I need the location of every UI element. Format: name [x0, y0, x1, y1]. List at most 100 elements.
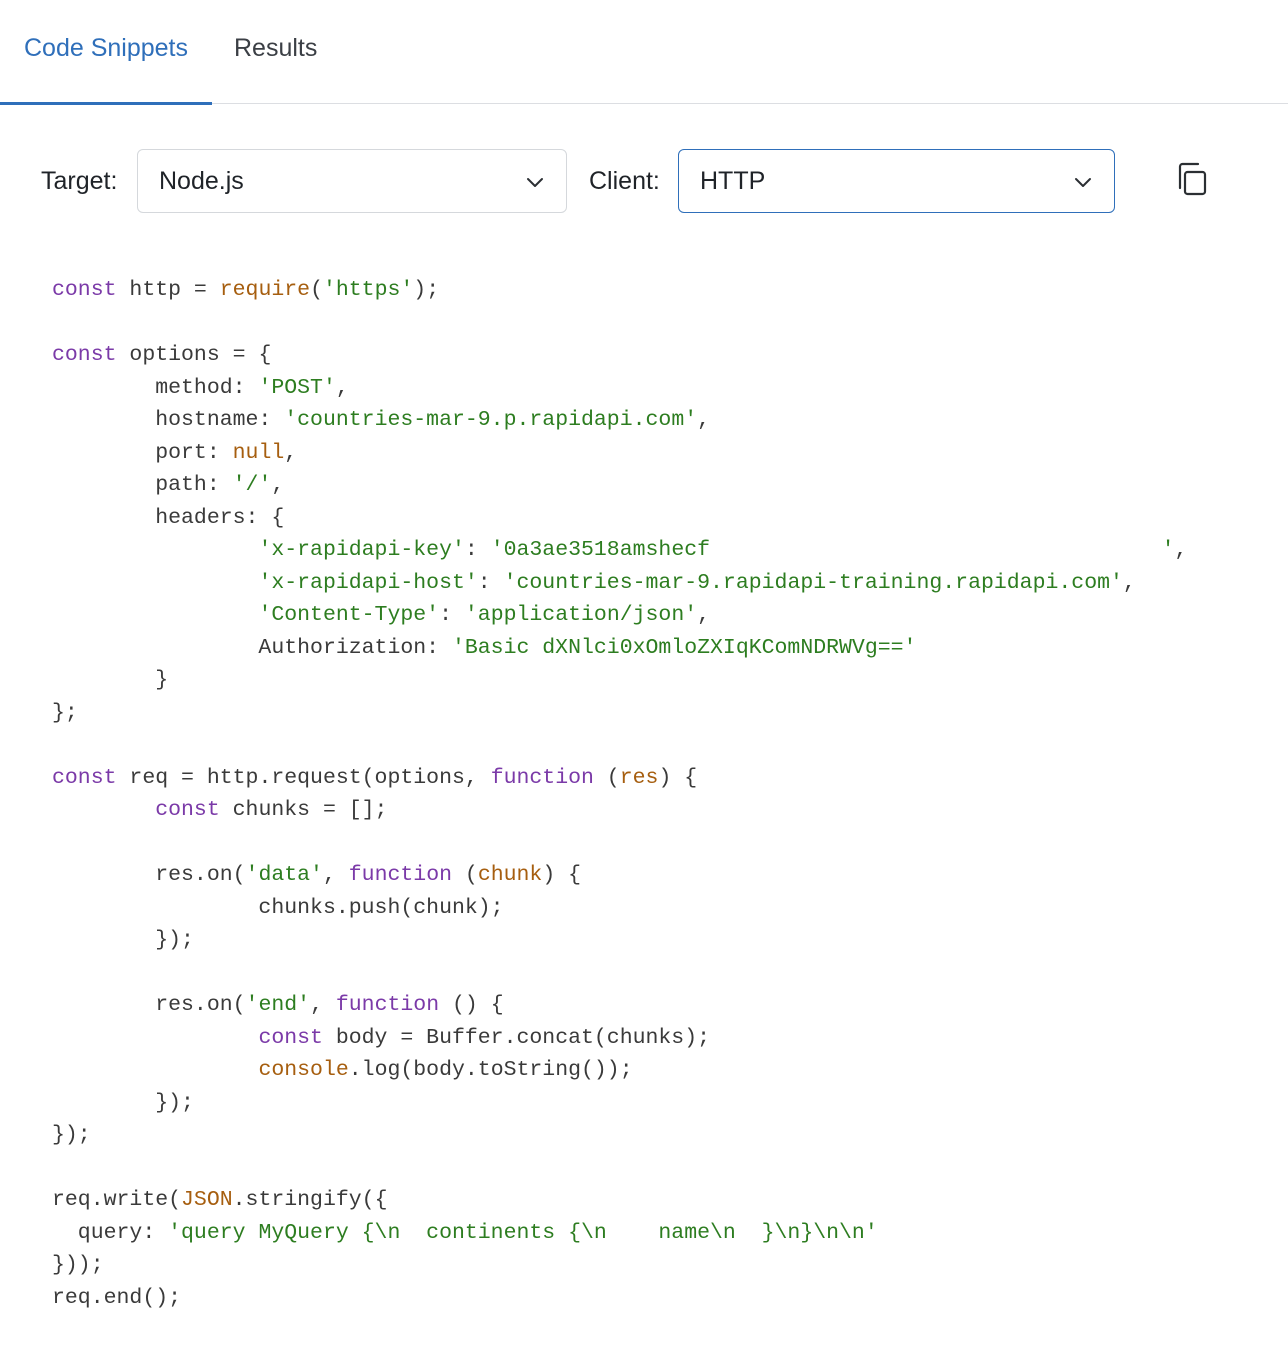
code-token: ,	[310, 993, 336, 1017]
code-token: 'Basic dXNlci0xOmloZXIqKComNDRWVg=='	[451, 635, 917, 660]
target-select[interactable]: Node.js	[137, 149, 567, 213]
client-label: Client:	[589, 167, 660, 195]
code-token: :	[477, 570, 504, 595]
code-token: chunks = [];	[219, 798, 388, 822]
code-line: }));	[52, 1249, 1187, 1282]
code-line: headers: {	[52, 502, 1187, 535]
code-token: 'countries-mar-9.rapidapi-training.rapid…	[503, 570, 1123, 595]
code-token: :	[439, 603, 465, 627]
code-token: :	[464, 538, 491, 562]
code-token: });	[52, 1090, 194, 1115]
code-line: query: 'query MyQuery {\n continents {\n…	[52, 1217, 1187, 1250]
chevron-down-icon	[1075, 178, 1091, 187]
code-line: 'Content-Type': 'application/json',	[52, 599, 1187, 632]
code-token: query:	[52, 1220, 169, 1245]
client-select-value: HTTP	[700, 167, 766, 195]
code-line: hostname: 'countries-mar-9.p.rapidapi.co…	[52, 404, 1187, 437]
tab-code-snippets[interactable]: Code Snippets	[0, 0, 212, 105]
code-token: res	[619, 765, 659, 790]
code-token: 'POST'	[258, 375, 336, 400]
code-line: });	[52, 924, 1187, 957]
code-token: .log(body.toString());	[348, 1058, 633, 1082]
code-token: headers: {	[52, 505, 285, 530]
code-line: req.end();	[52, 1282, 1187, 1315]
code-token: }	[52, 668, 169, 692]
code-line: req.write(JSON.stringify({	[52, 1184, 1187, 1217]
code-token: chunks.push(chunk);	[52, 895, 504, 920]
code-token: const	[52, 343, 117, 367]
code-token: function	[348, 863, 452, 887]
code-token: ,	[284, 440, 298, 465]
chevron-down-icon	[527, 178, 543, 187]
code-token: res.on(	[52, 993, 246, 1017]
code-token: .stringify({	[232, 1188, 388, 1212]
code-token: (	[593, 765, 620, 790]
code-token: const	[52, 278, 117, 302]
tab-code-snippets-label: Code Snippets	[23, 34, 188, 62]
code-token: body = Buffer.concat(chunks);	[322, 1025, 711, 1050]
code-token: const	[258, 1025, 323, 1050]
code-token: options = {	[116, 343, 272, 367]
code-line: const chunks = [];	[52, 794, 1187, 827]
code-line: port: null,	[52, 437, 1187, 470]
client-select[interactable]: HTTP	[678, 149, 1115, 213]
code-token: 'x-rapidapi-host'	[258, 570, 478, 595]
code-line: const http = require('https');	[52, 274, 1187, 307]
code-line: res.on('end', function () {	[52, 989, 1187, 1022]
code-token: 'x-rapidapi-key'	[258, 538, 465, 562]
code-token: require	[219, 278, 311, 302]
code-token: ,	[322, 863, 349, 887]
code-token: 'countries-mar-9.p.rapidapi.com'	[284, 408, 698, 432]
code-token: '0a3ae3518amshecf '	[490, 538, 1175, 562]
tab-results[interactable]: Results	[234, 0, 317, 104]
code-token: res.on(	[52, 863, 246, 887]
code-token: null	[232, 440, 285, 465]
code-token: };	[52, 700, 78, 725]
code-token: });	[52, 928, 194, 952]
code-token: 'Content-Type'	[258, 603, 440, 627]
code-token: JSON	[181, 1188, 233, 1212]
code-token: method:	[52, 375, 259, 400]
copy-button[interactable]	[1170, 158, 1216, 204]
code-token: 'data'	[245, 863, 323, 887]
active-tab-indicator	[0, 102, 212, 105]
copy-icon	[1178, 162, 1207, 196]
code-token: chunk	[477, 863, 543, 887]
code-token: });	[52, 1123, 91, 1147]
code-token: req = http.request(options,	[116, 765, 491, 790]
target-select-value: Node.js	[159, 167, 244, 195]
code-token: 'end'	[245, 993, 311, 1017]
code-token: 'https'	[322, 278, 414, 302]
code-token: req.end();	[52, 1285, 182, 1310]
code-token: console	[258, 1058, 349, 1082]
code-line: const options = {	[52, 339, 1187, 372]
code-line: const body = Buffer.concat(chunks);	[52, 1022, 1187, 1055]
code-line: Authorization: 'Basic dXNlci0xOmloZXIqKC…	[52, 632, 1187, 665]
code-line: res.on('data', function (chunk) {	[52, 859, 1187, 892]
code-line: console.log(body.toString());	[52, 1054, 1187, 1087]
code-line: chunks.push(chunk);	[52, 892, 1187, 925]
code-snippet: const http = require('https'); const opti…	[52, 274, 1187, 1314]
code-line: const req = http.request(options, functi…	[52, 762, 1187, 795]
code-token: ,	[697, 408, 711, 432]
code-token: path:	[52, 473, 233, 497]
code-token: 'query MyQuery {\n continents {\n name\n…	[168, 1220, 878, 1245]
code-line: });	[52, 1087, 1187, 1120]
code-token: () {	[439, 993, 504, 1017]
code-token: ,	[1122, 570, 1136, 595]
code-token: );	[413, 278, 440, 302]
code-line: method: 'POST',	[52, 372, 1187, 405]
code-token: '/'	[232, 473, 272, 497]
code-token: http =	[116, 278, 220, 302]
code-token: function	[490, 765, 594, 790]
code-token: ) {	[658, 765, 698, 790]
code-token: ,	[271, 473, 285, 497]
